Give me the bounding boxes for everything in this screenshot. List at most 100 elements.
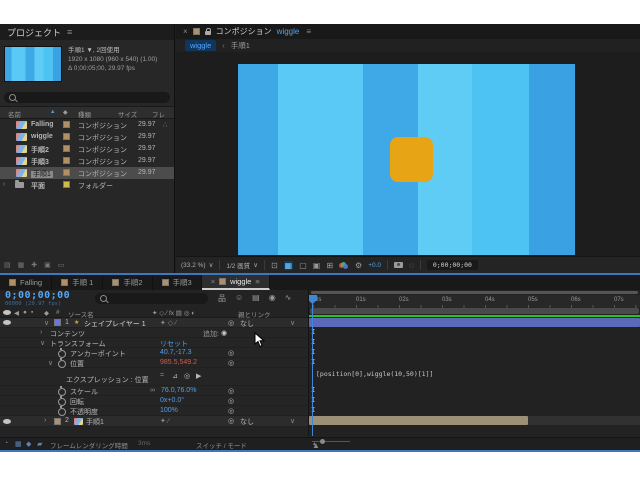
grid-options-icon[interactable]: ⊞ xyxy=(326,261,333,270)
link-dimensions-icon[interactable]: ∞ xyxy=(150,387,155,394)
time-ruler[interactable]: 0s 01s 02s 03s 04s 05s 06s 07s xyxy=(309,295,640,309)
chevron-down-icon[interactable]: ∨ xyxy=(290,417,295,425)
twirl-open-icon[interactable]: ∨ xyxy=(48,359,53,367)
stopwatch-icon[interactable] xyxy=(58,406,66,416)
property-row-scale[interactable]: スケール ∞ 76.0,76.0% ◎ xyxy=(0,386,308,396)
current-time-indicator-line[interactable] xyxy=(312,295,313,436)
timeline-search-field[interactable] xyxy=(95,293,208,304)
layer2-duration-bar[interactable] xyxy=(309,416,528,425)
transparency-grid-icon[interactable]: ▦ xyxy=(283,260,294,270)
project-row-falling[interactable]: Falling コンポジション 29.97 ∴ xyxy=(0,119,174,131)
label-column-icon[interactable]: ◆ xyxy=(44,309,49,317)
column-size[interactable]: サイズ xyxy=(118,109,137,119)
timeline-tab-falling[interactable]: Falling xyxy=(0,275,53,290)
graph-editor-icon[interactable]: ∿ xyxy=(285,293,292,304)
twirl-closed-icon[interactable]: › xyxy=(3,181,5,188)
show-snapshot-icon[interactable]: ◌ xyxy=(409,261,414,270)
orange-square-shape[interactable] xyxy=(390,137,433,182)
lock-icon[interactable] xyxy=(204,28,211,35)
project-search-field[interactable] xyxy=(4,92,170,103)
label-color-chip[interactable] xyxy=(63,133,70,140)
mask-visibility-icon[interactable]: ▢ xyxy=(299,261,307,270)
sort-ascending-icon[interactable]: ▲ xyxy=(50,109,55,115)
guides-icon[interactable]: ▣ xyxy=(313,261,321,270)
work-area-bar[interactable] xyxy=(310,308,639,314)
twirl-closed-icon[interactable]: › xyxy=(40,329,42,336)
layer-row-tejun1[interactable]: › 2 手順1 ✦ ∕ ◎ なし ∨ xyxy=(0,416,308,427)
property-row-rotation[interactable]: 回転 0x+0.0° ◎ xyxy=(0,396,308,406)
performance-icon[interactable]: ▰ xyxy=(37,440,42,448)
breadcrumb-current[interactable]: wiggle xyxy=(185,40,217,51)
expression-language-menu-icon[interactable]: ▶ xyxy=(196,372,201,380)
twirl-closed-icon[interactable]: › xyxy=(44,417,46,424)
exposure-value[interactable]: +0.0 xyxy=(368,262,381,269)
layer-label-chip[interactable] xyxy=(54,418,61,425)
anchor-value[interactable]: 40.7,-17.3 xyxy=(160,349,192,356)
timeline-tab-tejun2[interactable]: 手順2 xyxy=(103,275,153,290)
label-column-icon[interactable]: ◆ xyxy=(63,109,68,116)
video-column-eye-icon[interactable] xyxy=(3,310,11,315)
parent-dropdown-value[interactable]: なし xyxy=(240,417,254,427)
property-pickwhip-icon[interactable]: ◎ xyxy=(228,359,234,367)
render-queue-icon[interactable]: ◔ xyxy=(4,440,8,447)
stopwatch-icon[interactable] xyxy=(58,358,66,368)
interpret-footage-icon[interactable]: ▤ xyxy=(4,261,11,269)
twirl-open-icon[interactable]: ∨ xyxy=(40,339,45,347)
draft-3d-icon[interactable]: ▦ xyxy=(15,440,22,448)
lock-column-icon[interactable]: ▪ xyxy=(31,309,33,316)
composition-panel-tab[interactable]: × コンポジション wiggle ≡ xyxy=(176,24,640,39)
layer-switches[interactable]: ✦ ◇ ∕ xyxy=(160,319,176,327)
zoom-in-mountain-icon[interactable]: ▲ xyxy=(312,441,320,450)
comp-canvas[interactable] xyxy=(238,64,575,255)
new-folder-icon[interactable]: ✚ xyxy=(31,261,37,269)
label-color-chip[interactable] xyxy=(63,157,70,164)
new-composition-icon[interactable]: ▣ xyxy=(44,261,51,269)
property-row-expression-position[interactable]: エクスプレッション : 位置 = ⊿ ◎ ▶ xyxy=(0,368,308,386)
label-color-chip[interactable] xyxy=(63,145,70,152)
position-value[interactable]: 985.5,549.2 xyxy=(160,359,197,366)
close-tab-icon[interactable]: × xyxy=(183,27,188,36)
project-panel-tab[interactable]: プロジェクト ≡ xyxy=(0,24,174,40)
stopwatch-icon[interactable] xyxy=(58,396,66,406)
project-row-tejun3[interactable]: 手順3 コンポジション 29.97 xyxy=(0,155,174,167)
twirl-open-icon[interactable]: ∨ xyxy=(44,319,49,327)
property-row-anchor-point[interactable]: アンカーポイント 40.7,-17.3 ◎ xyxy=(0,348,308,358)
timeline-zoom-control[interactable]: ▲ ▲ xyxy=(312,439,350,450)
number-column[interactable]: # xyxy=(56,309,60,316)
expression-graph-icon[interactable]: ⊿ xyxy=(172,372,178,380)
frame-blending-icon[interactable]: ▤ xyxy=(252,293,260,304)
project-row-tejun1-selected[interactable]: 手順1 コンポジション 29.97 xyxy=(0,167,174,179)
snapshot-camera-icon[interactable] xyxy=(394,262,404,268)
column-type[interactable]: 種類 xyxy=(78,109,91,119)
region-of-interest-icon[interactable]: ⊡ xyxy=(271,261,278,270)
delete-item-icon[interactable]: ▭ xyxy=(58,261,65,269)
property-row-position[interactable]: ∨ 位置 985.5,549.2 ◎ xyxy=(0,358,308,368)
eye-icon[interactable] xyxy=(3,419,11,424)
hide-shy-layers-icon[interactable]: ☺ xyxy=(235,293,243,304)
switches-column-icons[interactable]: ✦ ◇ ∕ fx ▤ ◎ ◐ xyxy=(152,309,195,317)
panel-menu-icon[interactable]: ≡ xyxy=(306,27,311,36)
layer-name[interactable]: 手順1 xyxy=(86,417,104,427)
label-color-chip[interactable] xyxy=(63,169,70,176)
resolution-dropdown[interactable]: 1/2 画質 ∨ xyxy=(226,260,258,270)
footage-name[interactable]: 手順1 ▼, 2回使用 xyxy=(68,46,157,55)
resolution-gear-icon[interactable]: ⚙ xyxy=(355,261,362,270)
property-pickwhip-icon[interactable]: ◎ xyxy=(228,387,234,395)
rotation-value[interactable]: 0x+0.0° xyxy=(160,397,184,404)
timeline-tab-tejun3[interactable]: 手順3 xyxy=(153,275,202,290)
composition-profiler-icon[interactable]: ◆ xyxy=(26,440,31,448)
expression-enable-icon[interactable]: = xyxy=(160,372,164,379)
motion-blur-icon[interactable]: ◉ xyxy=(269,293,276,304)
label-color-chip[interactable] xyxy=(63,121,70,128)
audio-column-icon[interactable]: ◀ xyxy=(14,309,19,317)
add-button-icon[interactable]: ◉ xyxy=(221,329,227,337)
magnification-dropdown[interactable]: (33.2 %) ∨ xyxy=(181,261,213,270)
stopwatch-icon[interactable] xyxy=(58,348,66,358)
solo-column-icon[interactable]: ● xyxy=(23,309,27,316)
expression-pickwhip-icon[interactable]: ◎ xyxy=(184,372,190,380)
layer1-duration-bar[interactable] xyxy=(309,318,640,327)
zoom-slider-knob[interactable] xyxy=(320,439,325,444)
bit-depth-icon[interactable]: ▦ xyxy=(18,261,25,269)
project-row-heimen-folder[interactable]: › 平面 フォルダー xyxy=(0,179,174,191)
parent-pickwhip-icon[interactable]: ◎ xyxy=(228,319,234,327)
